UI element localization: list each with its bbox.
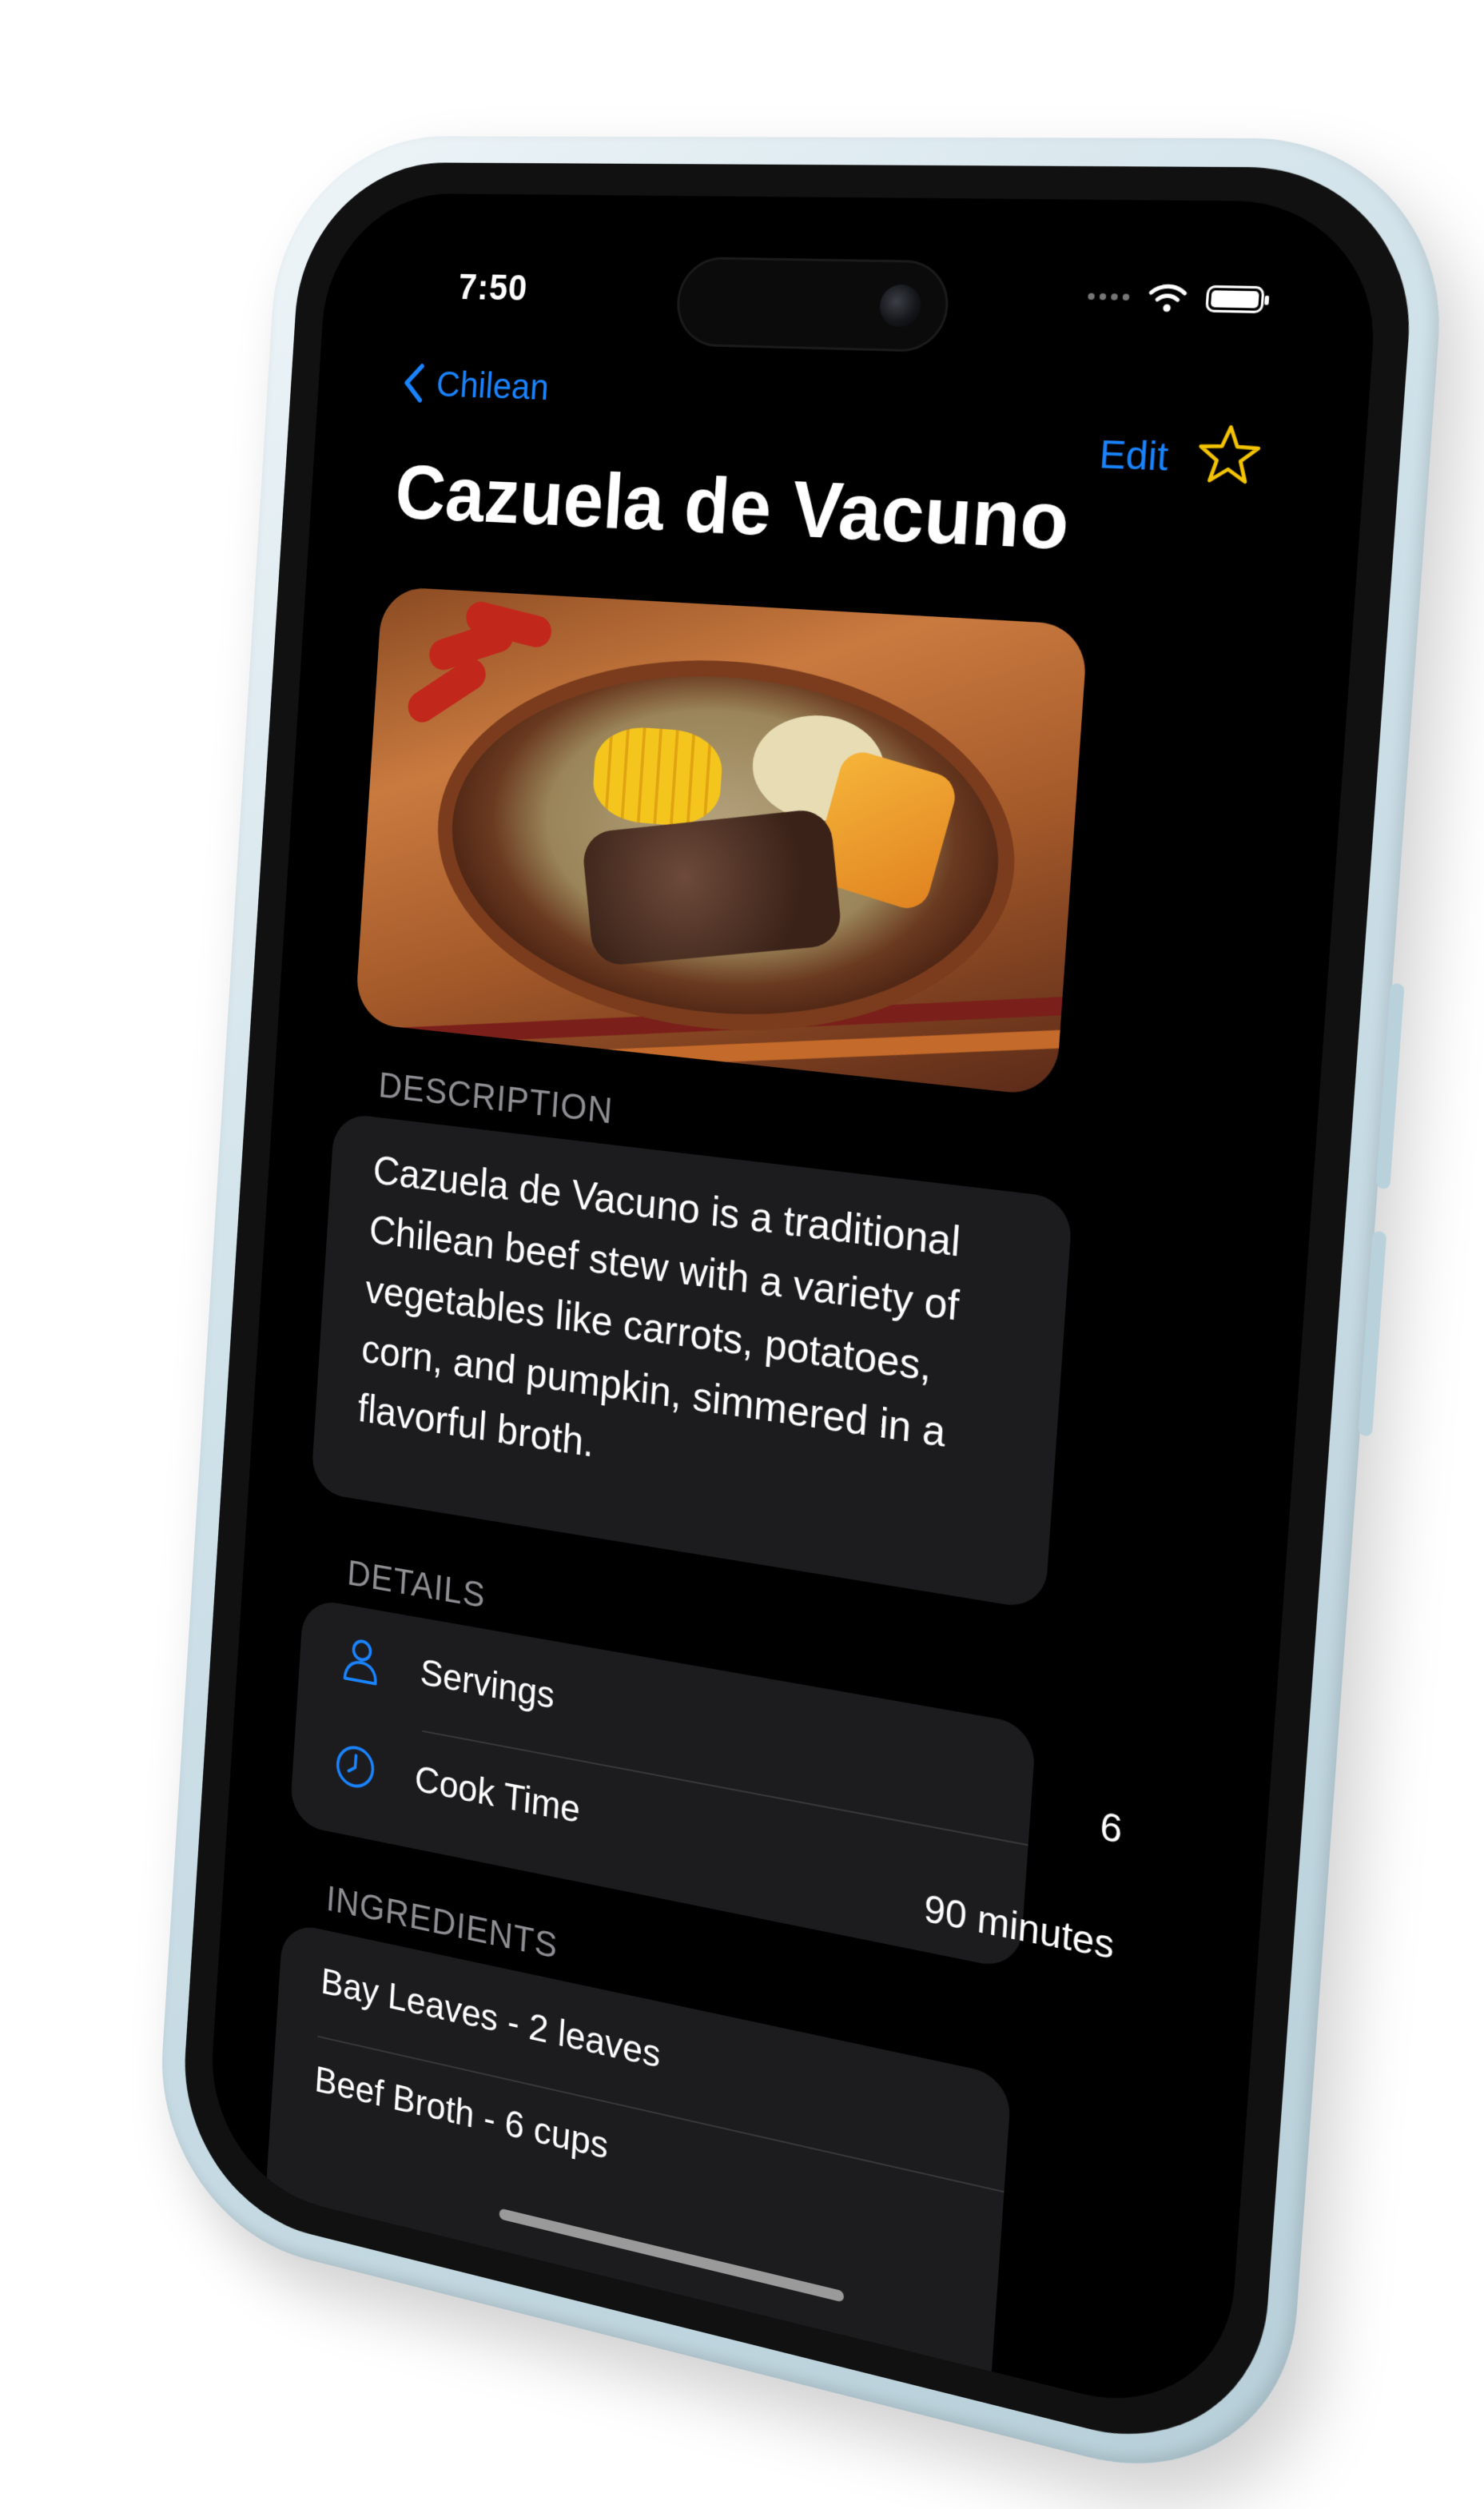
page-title: Cazuela de Vacuno	[392, 448, 1072, 567]
edit-button[interactable]: Edit	[1098, 432, 1170, 480]
back-label: Chilean	[435, 363, 551, 408]
chevron-left-icon	[401, 363, 425, 404]
details-section-label: DETAILS	[346, 1551, 487, 1616]
camera-icon	[878, 284, 923, 328]
status-icons	[1087, 281, 1265, 315]
dynamic-island	[674, 256, 952, 353]
servings-value: 6	[1098, 1804, 1124, 1853]
clock-icon	[334, 1741, 377, 1793]
person-icon	[340, 1635, 383, 1687]
back-button[interactable]: Chilean	[401, 362, 550, 408]
recipe-photo	[354, 586, 1088, 1097]
star-outline-icon[interactable]	[1195, 422, 1263, 487]
battery-icon	[1205, 285, 1265, 314]
wifi-icon	[1147, 282, 1189, 313]
signal-icon	[1088, 293, 1130, 301]
status-time: 7:50	[457, 266, 529, 309]
screen: 7:50 Chilean Edit Cazuela de Vacuno DESC…	[205, 193, 1383, 2429]
phone-device: 7:50 Chilean Edit Cazuela de Vacuno DESC…	[152, 136, 1454, 2507]
